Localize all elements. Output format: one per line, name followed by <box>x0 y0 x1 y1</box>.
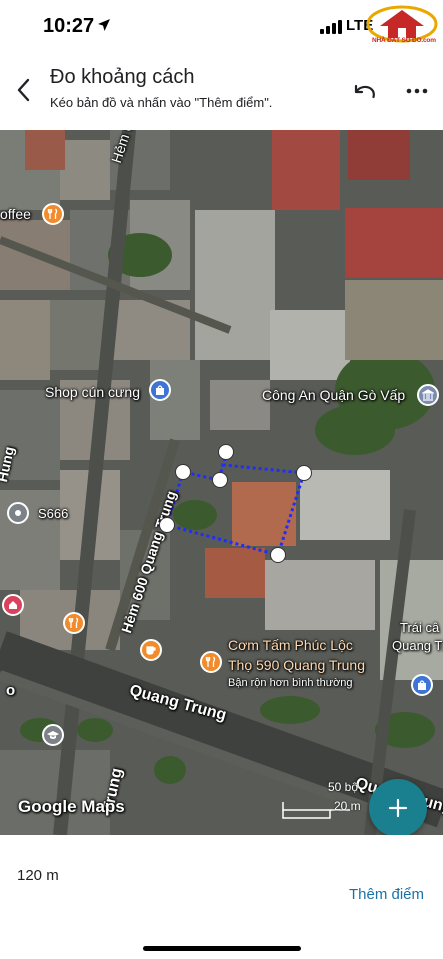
map-label-com-tam-2: Thọ 590 Quang Trung <box>228 657 365 673</box>
more-options-button[interactable] <box>404 78 430 104</box>
status-time: 10:27 <box>43 15 95 37</box>
scale-meters: 20 m <box>334 799 361 813</box>
map-label-coffee: offee <box>0 206 31 222</box>
satellite-map[interactable]: Hẻm 618 Q offee Shop cún cưng Công An Qu… <box>0 130 443 835</box>
watermark-text: NHÀ ĐẤT SỐ ĐO.com <box>372 37 436 44</box>
restaurant-icon[interactable] <box>42 203 64 225</box>
back-button[interactable] <box>12 76 36 104</box>
app-header: Đo khoảng cách Kéo bản đồ và nhấn vào "T… <box>0 52 443 130</box>
map-label-o: o <box>6 682 16 699</box>
total-distance: 120 m <box>17 867 59 884</box>
school-icon[interactable] <box>42 724 64 746</box>
government-icon[interactable] <box>417 384 439 406</box>
cafe-icon[interactable] <box>140 639 162 661</box>
lodging-icon[interactable] <box>2 594 24 616</box>
signal-icon <box>320 20 342 34</box>
measure-point[interactable] <box>218 444 234 460</box>
measure-point[interactable] <box>296 465 312 481</box>
map-label-s666: S666 <box>38 506 69 521</box>
page-subtitle: Kéo bản đồ và nhấn vào "Thêm điểm". <box>50 95 273 110</box>
scale-feet: 50 bộ <box>328 780 359 794</box>
restaurant-icon[interactable] <box>200 651 222 673</box>
measure-point[interactable] <box>175 464 191 480</box>
map-label-trai-cay-2: Quang Trung <box>392 638 443 653</box>
map-label-com-tam-status: Bận rộn hơn bình thường <box>228 677 353 689</box>
status-bar: 10:27 LTE NHÀ ĐẤT SỐ ĐO.com <box>0 0 443 52</box>
restaurant-icon[interactable] <box>63 612 85 634</box>
place-pin-icon[interactable] <box>7 502 29 524</box>
add-point-button[interactable]: Thêm điểm <box>349 886 424 903</box>
shop-icon[interactable] <box>411 674 433 696</box>
google-maps-logo: Google Maps <box>18 797 125 816</box>
location-arrow-icon <box>98 19 110 31</box>
page-title: Đo khoảng cách <box>50 66 195 88</box>
home-indicator[interactable] <box>143 946 301 951</box>
add-point-fab[interactable] <box>369 779 427 835</box>
map-label-cong-an: Công An Quận Gò Vấp <box>262 387 406 403</box>
measure-point[interactable] <box>270 547 286 563</box>
shop-icon[interactable] <box>149 379 171 401</box>
plus-icon <box>388 798 408 818</box>
map-label-com-tam-1: Cơm Tấm Phúc Lộc <box>228 637 353 653</box>
bottom-panel: 120 m Thêm điểm <box>0 835 443 959</box>
map-label-shop: Shop cún cưng <box>45 384 140 400</box>
measure-point[interactable] <box>212 472 228 488</box>
measure-point[interactable] <box>159 517 175 533</box>
undo-button[interactable] <box>352 78 378 104</box>
map-label-trai-cay-1: Trái câ <box>400 620 440 635</box>
